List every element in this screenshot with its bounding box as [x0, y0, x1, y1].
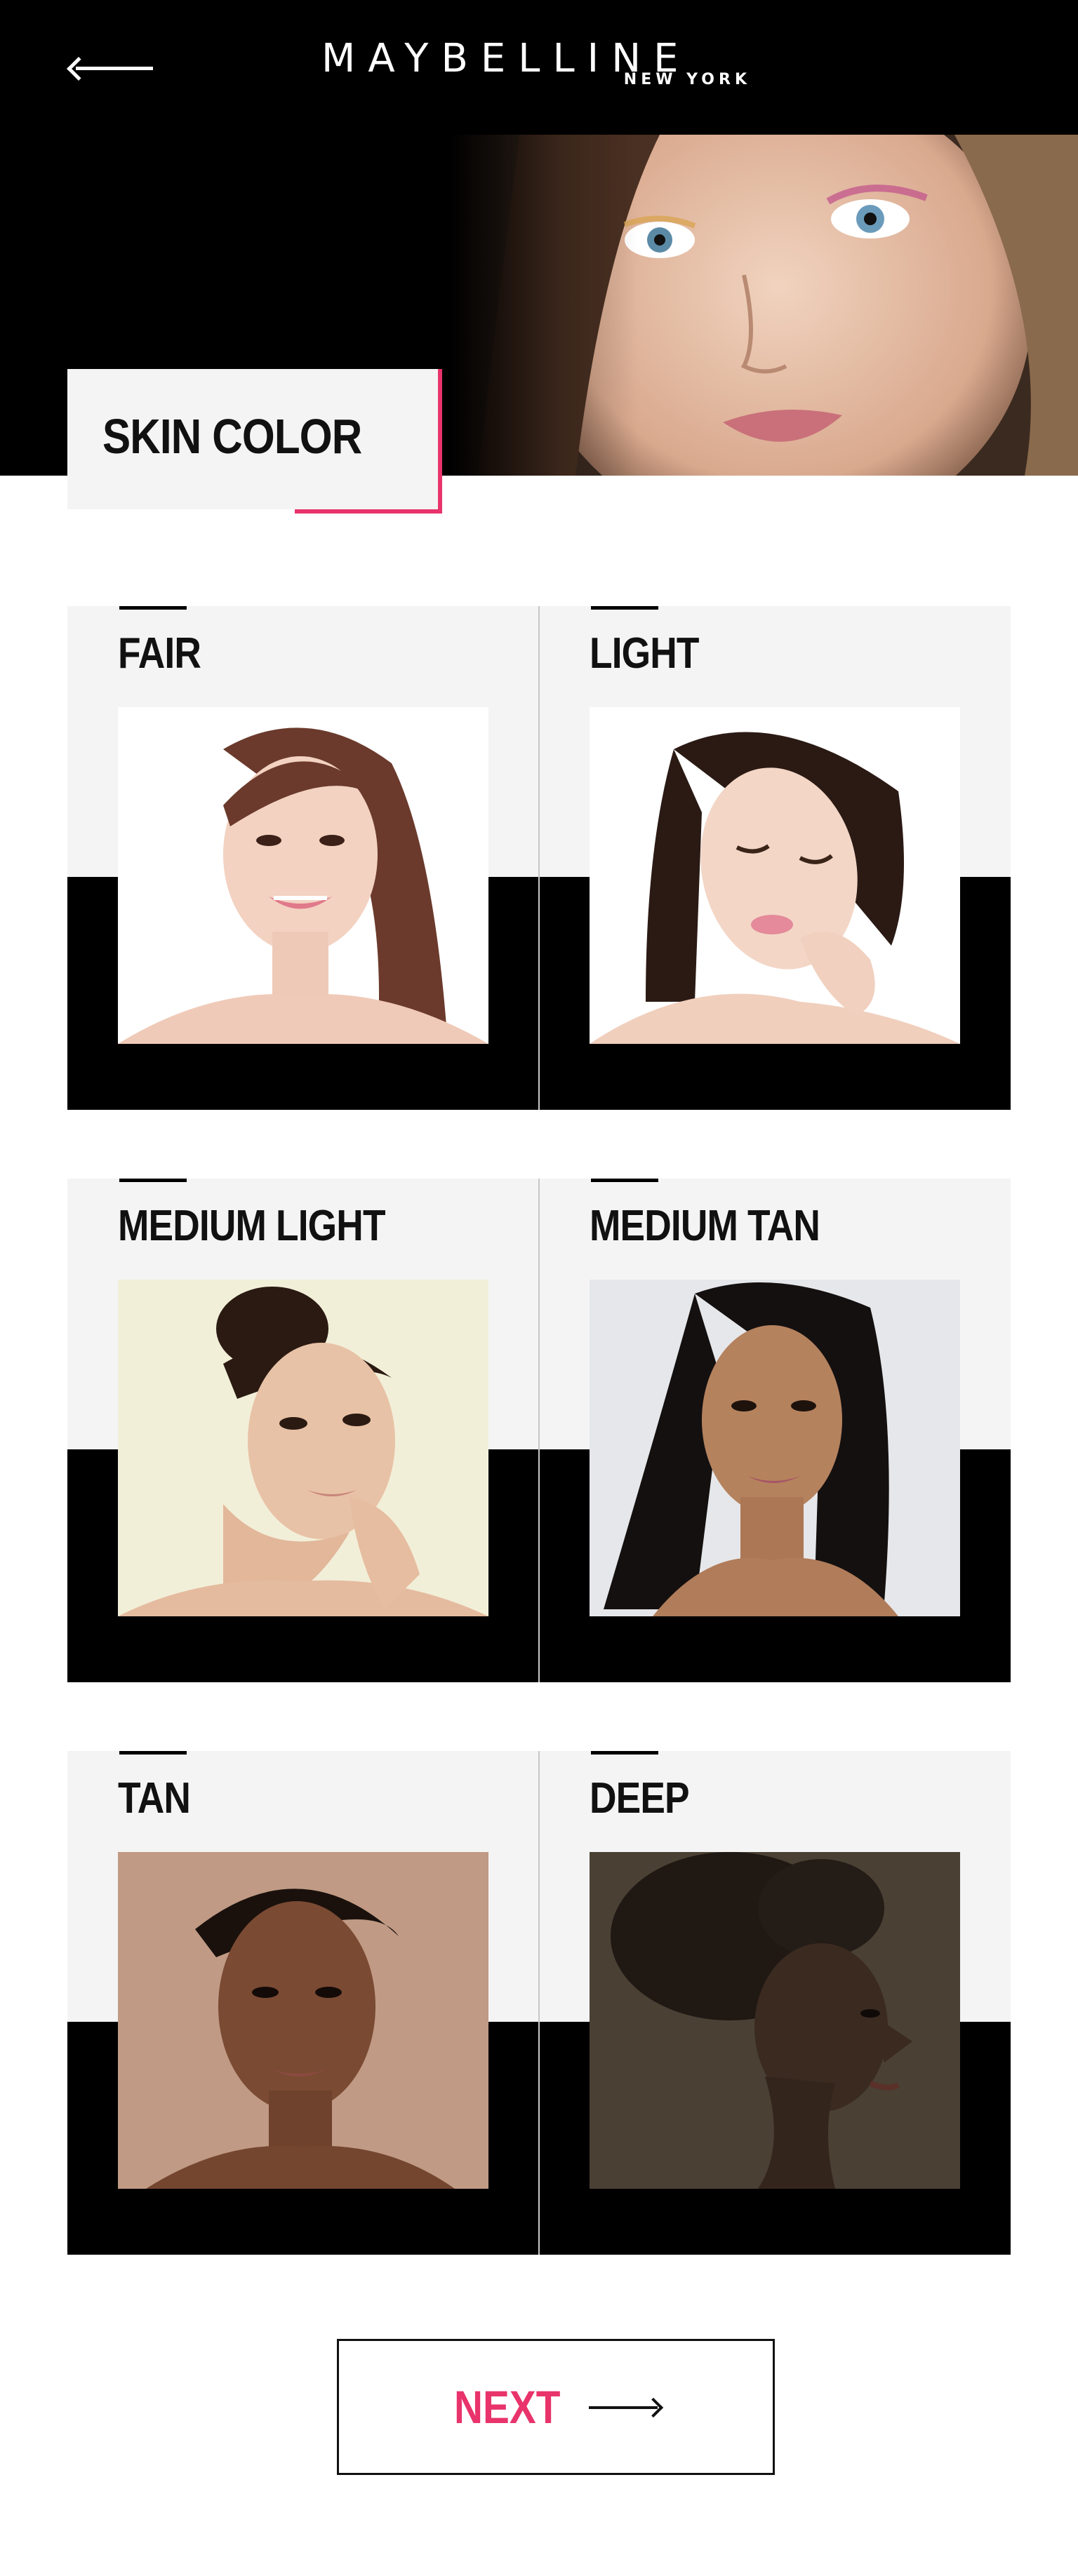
next-button[interactable]: NEXT: [337, 2339, 775, 2475]
card-accent-line: [591, 1179, 658, 1182]
medium-tan-model-photo: [590, 1280, 960, 1616]
column-divider: [538, 1179, 540, 1682]
tan-model-photo: [118, 1852, 488, 2189]
skin-option-medium-tan[interactable]: MEDIUM TAN: [539, 1179, 1011, 1682]
card-accent-line: [119, 1751, 187, 1755]
page-title-card: SKIN COLOR: [67, 369, 442, 514]
card-accent-line: [591, 606, 658, 610]
skin-option-deep[interactable]: DEEP: [539, 1751, 1011, 2255]
skin-option-label: FAIR: [118, 629, 201, 678]
page-title: SKIN COLOR: [102, 409, 362, 464]
back-button[interactable]: [67, 48, 154, 87]
next-button-label: NEXT: [454, 2381, 561, 2433]
medium-light-model-photo: [118, 1280, 488, 1616]
brand-subtitle: NEW YORK: [623, 71, 751, 88]
skin-option-label: DEEP: [590, 1774, 690, 1823]
hero-model-photo: [449, 135, 1078, 476]
light-model-photo: [590, 707, 960, 1044]
arrow-right-icon: [589, 2397, 664, 2418]
skin-option-label: LIGHT: [590, 629, 700, 678]
column-divider: [538, 606, 540, 1110]
arrow-left-icon-head: [67, 57, 91, 81]
card-accent-line: [119, 1179, 187, 1182]
skin-option-label: TAN: [118, 1774, 191, 1823]
brand-logo: MAYBELLINE NEW YORK: [321, 36, 757, 93]
card-accent-line: [591, 1751, 658, 1755]
skin-option-medium-light[interactable]: MEDIUM LIGHT: [67, 1179, 539, 1682]
skin-option-label: MEDIUM LIGHT: [118, 1202, 386, 1250]
skin-option-fair[interactable]: FAIR: [67, 606, 539, 1110]
card-accent-line: [119, 606, 187, 610]
fair-model-photo: [118, 707, 488, 1044]
skin-option-label: MEDIUM TAN: [590, 1202, 820, 1250]
skin-option-light[interactable]: LIGHT: [539, 606, 1011, 1110]
deep-model-photo: [590, 1852, 960, 2189]
column-divider: [538, 1751, 540, 2255]
app-header: MAYBELLINE NEW YORK: [0, 0, 1078, 135]
skin-option-tan[interactable]: TAN: [67, 1751, 539, 2255]
